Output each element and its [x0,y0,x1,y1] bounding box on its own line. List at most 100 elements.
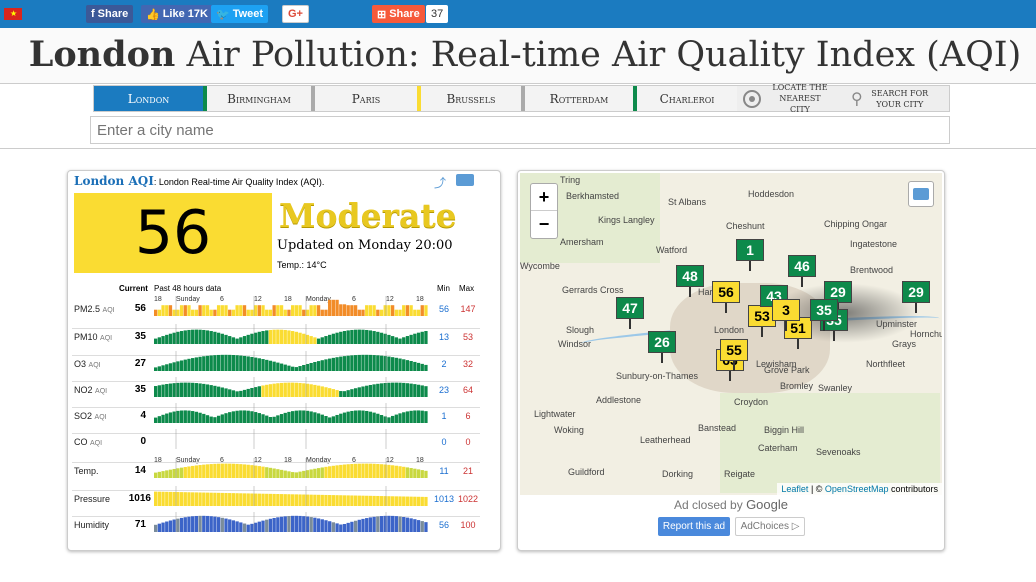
aqi-station-marker[interactable]: 35 [810,299,838,321]
aqi-station-marker[interactable]: 48 [676,265,704,287]
history-bar [316,494,321,506]
aqi-station-marker[interactable]: 26 [648,331,676,353]
history-bar [242,464,247,478]
history-bar [235,493,239,506]
history-bar [154,386,158,397]
pollutant-name: O3 AQI [74,359,101,369]
tab-rotterdam[interactable]: Rotterdam [521,86,633,111]
history-bar [209,464,213,478]
share-button[interactable]: ⊞ Share [372,5,425,23]
crosshair-icon [743,89,761,108]
history-bar [387,464,391,478]
ad-closed-text: Ad closed by Google [674,497,788,512]
adchoices-button[interactable]: AdChoices ▷ [735,517,805,536]
marker-pin [749,261,751,271]
history-bar [339,391,343,397]
zoom-in-button[interactable]: + [531,184,557,211]
map-layers-button[interactable] [908,181,934,207]
history-bar [350,355,354,371]
map-place-label: Lightwater [534,409,576,419]
marker-pin [801,277,803,287]
history-bar [376,331,380,344]
history-bar [265,415,269,423]
aqi-station-marker[interactable]: 29 [902,281,930,303]
history-bar [161,365,165,371]
facebook-like-button[interactable]: 👍 Like 17K [141,5,213,23]
city-search-input[interactable] [90,116,950,144]
tweet-button[interactable]: 🐦 Tweet [211,5,269,23]
history-bar [416,520,421,532]
history-bar [172,411,176,423]
history-bar [179,331,184,344]
history-bar [246,309,250,316]
zoom-out-button[interactable]: − [531,211,557,238]
history-bar [398,516,402,532]
history-bar [246,356,250,371]
history-bar [250,356,254,371]
history-bar [161,384,165,397]
history-bar [176,518,180,532]
aqi-station-marker[interactable]: 56 [712,281,740,303]
history-bar [183,330,187,344]
tab-brussels[interactable]: Brussels [417,86,521,111]
air-quality-map[interactable]: Tring Berkhamsted Hoddesdon St Albans Kings … [520,173,942,495]
history-bar [320,467,324,478]
history-bar [365,463,369,478]
history-bar [298,305,302,316]
leaflet-link[interactable]: Leaflet [781,484,808,494]
history-bar [161,471,165,478]
copy-widget-icon[interactable] [456,174,474,186]
map-place-label: Berkhamsted [566,191,620,201]
history-bar-chart [154,324,428,344]
aqi-heading-link[interactable]: London AQI [74,174,154,188]
history-bar [239,337,243,344]
history-bar [235,338,239,344]
history-bar [402,516,406,532]
report-ad-button[interactable]: Report this ad [658,517,730,536]
facebook-share-button[interactable]: f Share [86,5,134,23]
tab-charleroi[interactable]: Charleroi [633,86,737,111]
aqi-station-marker[interactable]: 55 [720,339,748,361]
history-bar [176,382,180,397]
aqi-station-marker[interactable]: 47 [616,297,644,319]
history-bar [172,362,176,371]
history-bar [154,491,158,506]
tab-birmingham[interactable]: Birmingham [203,86,311,111]
osm-link[interactable]: OpenStreetMap [825,484,889,494]
history-bar [398,382,402,397]
current-header: Current [119,284,148,293]
history-bar [416,469,421,478]
history-bar [353,329,358,344]
history-bar [253,412,258,423]
aqi-station-marker[interactable]: 3 [772,299,800,321]
history-bar [172,332,176,344]
locate-button[interactable]: Locate the nearest city [739,83,849,114]
vietnam-flag-icon[interactable]: ★ [4,8,22,20]
aqi-station-marker[interactable]: 46 [788,255,816,277]
history-bar [320,494,324,506]
history-bar [209,309,213,316]
history-bar [409,305,413,316]
history-bar [198,356,202,371]
history-bar [353,410,358,423]
history-bar [276,362,280,371]
history-bar [357,309,361,316]
map-place-label: Addlestone [596,395,642,405]
history-bar [216,415,221,423]
tab-paris[interactable]: Paris [311,86,417,111]
share-icon[interactable]: ⤴ [434,174,446,191]
history-bar [257,331,261,344]
google-plus-button[interactable]: G+ [282,5,309,23]
history-bar [376,309,380,316]
history-bar [402,496,406,506]
history-bar [353,388,358,397]
tab-london[interactable]: London [94,86,203,111]
search-city-button[interactable]: ⚲ Search for your city [849,86,949,111]
history-bar [272,517,276,532]
history-bar [409,360,413,371]
history-bar [268,518,273,532]
history-bar [294,367,299,371]
history-bar [242,336,247,344]
aqi-station-marker[interactable]: 1 [736,239,764,261]
history-bar [342,495,347,506]
